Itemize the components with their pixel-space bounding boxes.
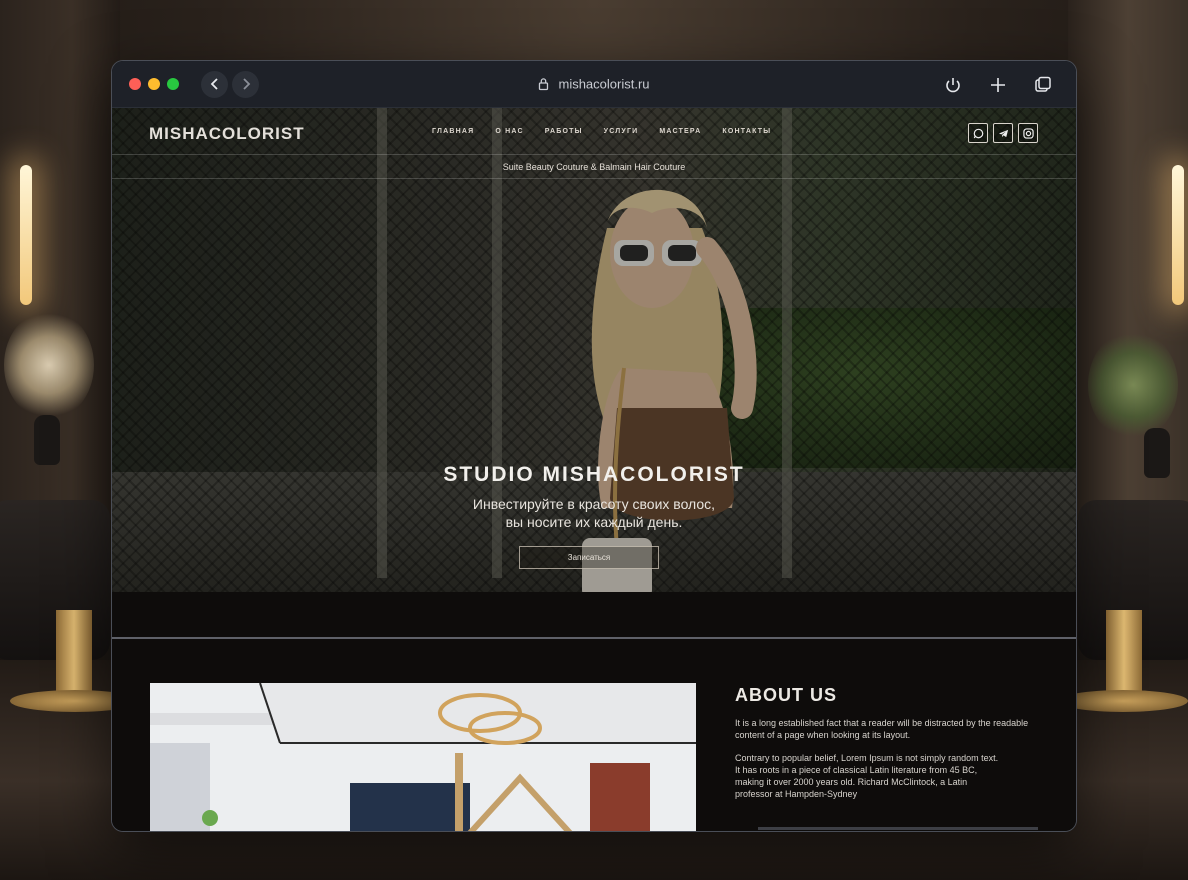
web-page: MISHACOLORIST ГЛАВНАЯ О НАС РАБОТЫ УСЛУГ… [112,108,1076,831]
history-nav [201,70,259,98]
power-button[interactable] [939,71,966,98]
vase-right [1144,428,1170,478]
window-controls [129,78,179,90]
hero-title: STUDIO MISHACOLORIST [443,463,745,486]
site-logo[interactable]: MISHACOLORIST [149,124,305,144]
new-tab-button[interactable] [984,71,1011,98]
telegram-icon [998,129,1008,137]
hero-subtitle-line-2: вы носите их каждый день. [505,514,683,530]
about-paragraph-1: It is a long established fact that a rea… [735,718,1029,740]
menu-item-services[interactable]: УСЛУГИ [604,128,639,135]
browser-window: mishacolorist.ru MISHACOLORIST ГЛАВНАЯ О… [111,60,1077,832]
menu-item-masters[interactable]: МАСТЕРА [659,128,701,135]
menu-item-about[interactable]: О НАС [495,128,523,135]
instagram-icon [1022,127,1034,139]
vase-left [34,415,60,465]
social-links [968,123,1038,143]
salon-interior-photo [150,683,696,831]
chair-base-right [1106,610,1142,700]
wall-lamp-left [20,165,32,305]
main-menu: ГЛАВНАЯ О НАС РАБОТЫ УСЛУГИ МАСТЕРА КОНТ… [432,128,771,135]
about-salon-image [150,683,696,831]
url-text: mishacolorist.ru [558,76,650,92]
hero-subtitle-line-1: Инвестируйте в красоту своих волос, [472,496,716,512]
lock-icon [538,78,549,91]
menu-item-contacts[interactable]: КОНТАКТЫ [722,128,771,135]
close-window-button[interactable] [129,78,141,90]
browser-toolbar: mishacolorist.ru [112,61,1076,108]
about-underline [758,827,1038,830]
section-divider [112,637,1076,639]
back-button[interactable] [201,70,228,98]
wall-left [0,0,120,520]
menu-item-home[interactable]: ГЛАВНАЯ [432,128,474,135]
chair-base-left [56,610,92,700]
browser-actions [939,71,1056,98]
power-icon [945,77,960,92]
tagline-bar: Suite Beauty Couture & Balmain Hair Cout… [112,155,1076,179]
menu-item-works[interactable]: РАБОТЫ [545,128,583,135]
forward-button[interactable] [232,70,259,98]
hero-subtitle: Инвестируйте в красоту своих волос, вы н… [112,495,1076,531]
dried-flowers [4,310,94,420]
site-header: MISHACOLORIST ГЛАВНАЯ О НАС РАБОТЫ УСЛУГ… [112,108,1076,155]
chair-disc-right [1058,690,1188,712]
about-title: ABOUT US [735,685,837,705]
whatsapp-icon [973,128,983,138]
book-button[interactable]: Записаться [519,546,659,569]
address-bar[interactable]: mishacolorist.ru [538,76,650,92]
wall-right [1068,0,1188,520]
chevron-right-icon [242,78,250,90]
tabs-overview-button[interactable] [1029,71,1056,98]
maximize-window-button[interactable] [167,78,179,90]
chevron-left-icon [210,78,218,90]
tabs-icon [1034,76,1051,92]
salon-chair-left [0,500,110,660]
plant-right [1088,330,1178,440]
wall-lamp-right [1172,165,1184,305]
about-paragraph-2: Contrary to popular belief, Lorem Ipsum … [735,753,999,799]
minimize-window-button[interactable] [148,78,160,90]
plus-icon [990,77,1005,92]
telegram-link[interactable] [993,123,1013,143]
hero-section: MISHACOLORIST ГЛАВНАЯ О НАС РАБОТЫ УСЛУГ… [112,108,1076,592]
instagram-link[interactable] [1018,123,1038,143]
whatsapp-link[interactable] [968,123,988,143]
